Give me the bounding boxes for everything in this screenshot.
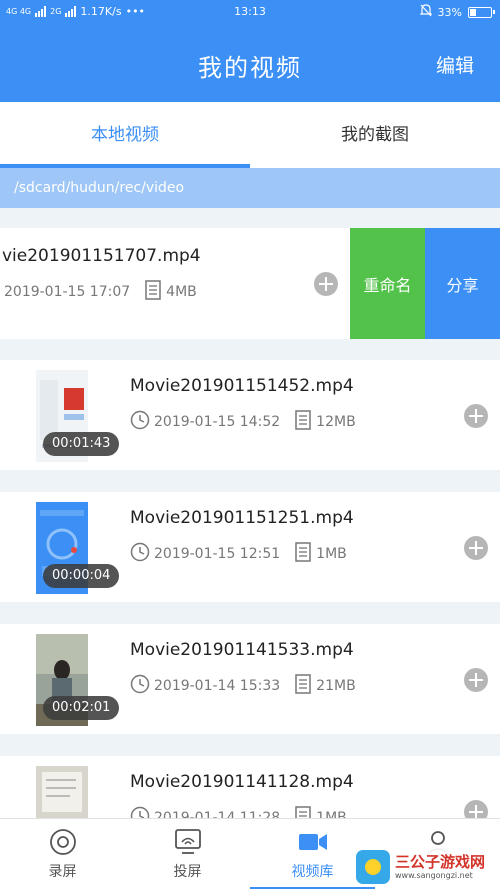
- video-row[interactable]: 00:00:04 Movie20190115125​1.mp4 2019-01-…: [0, 492, 500, 602]
- watermark-text: 三公子游戏网: [395, 853, 486, 871]
- video-date: 2019-01-15 12:51: [154, 546, 281, 562]
- nav-record[interactable]: 录屏: [0, 819, 125, 889]
- swipe-actions: 重命名 分享: [350, 228, 500, 339]
- video-meta: 2019-01-15 17:07 4MB: [4, 280, 211, 304]
- cast-icon: [173, 827, 203, 857]
- add-icon[interactable]: [464, 668, 488, 692]
- video-row[interactable]: 00:01:43 Movie20190115145​2.mp4 2019-01-…: [0, 360, 500, 470]
- video-camera-icon: [298, 827, 328, 857]
- page-title: 我的视频: [198, 54, 302, 82]
- video-duration: 00:00:04: [43, 564, 120, 588]
- video-meta: 2019-01-15 12:51 1MB: [130, 542, 361, 566]
- video-filename: Movie20190115125​1.mp4: [130, 508, 354, 528]
- watermark-logo-icon: [356, 850, 390, 884]
- share-button[interactable]: 分享: [425, 228, 500, 339]
- video-date: 2019-01-14 15:33: [154, 678, 281, 694]
- record-icon: [48, 827, 78, 857]
- tab-local-videos[interactable]: 本地视频: [0, 102, 250, 168]
- path-bar: /sdcard/hudun/rec/video: [0, 168, 500, 208]
- watermark-url: www.sangongzi.net: [395, 871, 473, 880]
- video-filename: vie20190115170​7.mp4: [2, 246, 201, 266]
- video-meta: 2019-01-14 15:33 21MB: [130, 674, 370, 698]
- video-date: 2019-01-15 17:07: [4, 284, 131, 300]
- video-date: 2019-01-15 14:52: [154, 414, 281, 430]
- clock-icon: [130, 542, 150, 566]
- clock-icon: [130, 410, 150, 434]
- video-row[interactable]: Movie20190114112​8.mp4 2019-01-14 11:28 …: [0, 756, 500, 818]
- video-size: 4MB: [166, 284, 197, 300]
- tab-bar: 本地视频 我的截图: [0, 102, 500, 168]
- add-icon[interactable]: [464, 800, 488, 818]
- video-thumbnail: [36, 766, 88, 818]
- app-header: 我的视频 编辑: [0, 26, 500, 102]
- file-size-icon: [294, 674, 312, 698]
- video-row[interactable]: 00:02:01 Movie20190114153​3.mp4 2019-01-…: [0, 624, 500, 734]
- video-filename: Movie20190114153​3.mp4: [130, 640, 354, 660]
- video-size: 1MB: [316, 810, 347, 818]
- mute-icon: [419, 4, 432, 20]
- nav-label: 投屏: [173, 864, 202, 880]
- add-icon[interactable]: [464, 536, 488, 560]
- video-date: 2019-01-14 11:28: [154, 810, 281, 818]
- video-filename: Movie20190115145​2.mp4: [130, 376, 354, 396]
- video-filename: Movie20190114112​8.mp4: [130, 772, 354, 792]
- battery-percent: 33%: [437, 5, 462, 19]
- video-size: 12MB: [316, 414, 356, 430]
- add-icon[interactable]: [314, 272, 338, 296]
- file-size-icon: [294, 410, 312, 434]
- video-size: 21MB: [316, 678, 356, 694]
- watermark: 三公子游戏网 www.sangongzi.net: [356, 848, 496, 886]
- clock-icon: [130, 806, 150, 818]
- add-icon[interactable]: [464, 404, 488, 428]
- tab-my-screenshots[interactable]: 我的截图: [250, 102, 500, 168]
- video-meta: 2019-01-14 11:28 1MB: [130, 806, 361, 818]
- file-size-icon: [294, 806, 312, 818]
- edit-button[interactable]: 编辑: [436, 51, 474, 78]
- video-row-swiped[interactable]: vie20190115170​7.mp4 2019-01-15 17:07 4M…: [0, 228, 500, 339]
- battery-icon: [468, 6, 495, 18]
- video-duration: 00:01:43: [43, 432, 120, 456]
- clock-icon: [130, 674, 150, 698]
- status-bar: 4G 4G 2G 1.17K/s ••• 13:13 33%: [0, 0, 500, 26]
- rename-button[interactable]: 重命名: [350, 228, 425, 339]
- file-size-icon: [294, 542, 312, 566]
- nav-cast[interactable]: 投屏: [125, 819, 250, 889]
- video-duration: 00:02:01: [43, 696, 120, 720]
- file-size-icon: [144, 280, 162, 304]
- video-meta: 2019-01-15 14:52 12MB: [130, 410, 370, 434]
- video-size: 1MB: [316, 546, 347, 562]
- nav-label: 录屏: [48, 864, 77, 880]
